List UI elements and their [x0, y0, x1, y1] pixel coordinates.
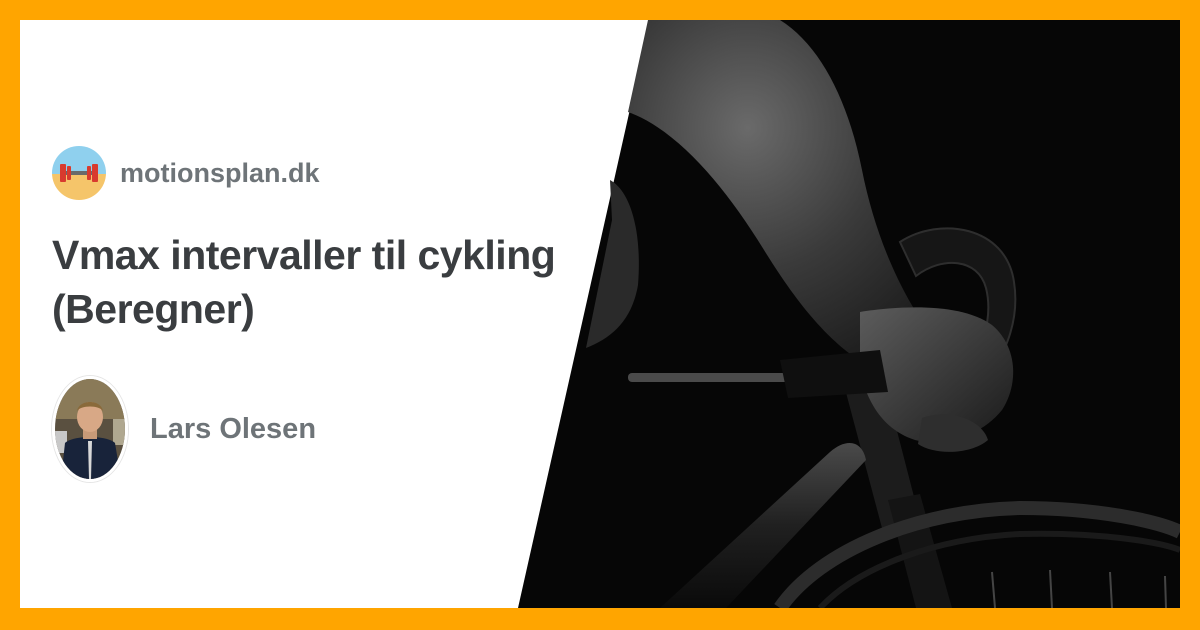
dumbbell-logo-icon — [52, 146, 106, 200]
site-name: motionsplan.dk — [120, 157, 320, 188]
author-byline[interactable]: Lars Olesen — [52, 376, 316, 482]
site-branding[interactable]: motionsplan.dk — [52, 146, 320, 200]
share-card: motionsplan.dk Vmax intervaller til cykl… — [20, 20, 1180, 608]
article-title: Vmax intervaller til cykling (Beregner) — [52, 232, 556, 332]
author-name: Lars Olesen — [150, 412, 317, 445]
author-avatar — [52, 376, 128, 482]
